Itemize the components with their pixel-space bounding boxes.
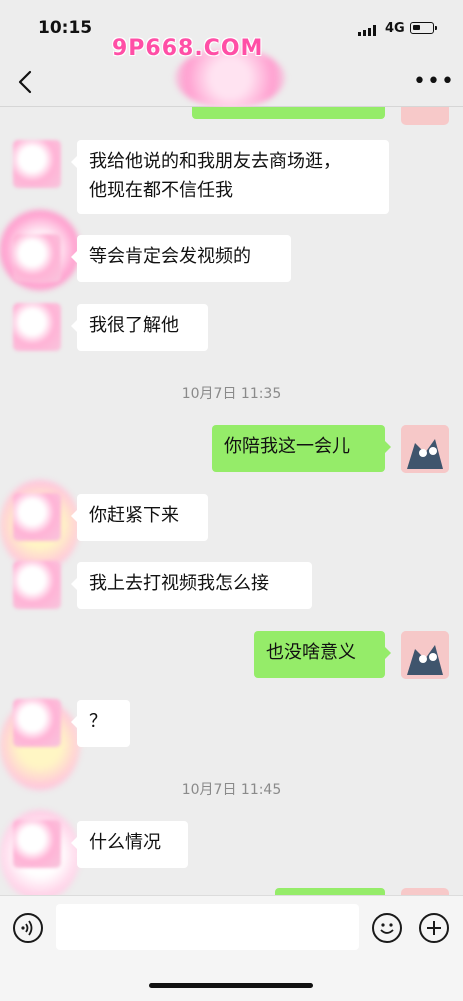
- message-bubble[interactable]: 也没啥意义: [254, 631, 391, 678]
- message-bubble[interactable]: ？: [71, 700, 130, 747]
- self-avatar[interactable]: [401, 888, 449, 895]
- signal-icon: [358, 24, 376, 36]
- plus-icon[interactable]: [419, 913, 449, 943]
- contact-avatar[interactable]: [13, 234, 61, 282]
- message-bubble[interactable]: 我给他说的和我朋友去商场逛， 他现在都不信任我: [71, 140, 389, 214]
- contact-avatar[interactable]: [13, 140, 61, 188]
- emoji-icon[interactable]: [372, 913, 402, 943]
- network-type: 4G: [385, 21, 405, 36]
- watermark-brand: 9P668.COM: [112, 36, 264, 61]
- contact-avatar[interactable]: [13, 820, 61, 868]
- home-indicator: [149, 983, 313, 988]
- message-input[interactable]: [56, 904, 359, 950]
- contact-avatar[interactable]: [13, 493, 61, 541]
- message-bubble[interactable]: 什么情况: [71, 821, 188, 868]
- chevron-left-icon[interactable]: [10, 66, 42, 98]
- contact-avatar[interactable]: [13, 303, 61, 351]
- partial-bubble: [192, 107, 385, 119]
- more-icon[interactable]: •••: [413, 68, 454, 96]
- timestamp: 10月7日 11:45: [181, 782, 282, 798]
- status-time: 10:15: [38, 18, 93, 38]
- self-avatar[interactable]: [401, 631, 449, 679]
- self-avatar[interactable]: [401, 107, 449, 125]
- contact-avatar[interactable]: [13, 561, 61, 609]
- message-bubble[interactable]: 你赶紧下来: [71, 494, 208, 541]
- message-bubble[interactable]: 等会肯定会发视频的: [71, 235, 291, 282]
- voice-icon[interactable]: [13, 913, 43, 943]
- chat-area: 我给他说的和我朋友去商场逛， 他现在都不信任我 等会肯定会发视频的 我很了解他 …: [0, 107, 463, 895]
- contact-avatar[interactable]: [13, 699, 61, 747]
- timestamp: 10月7日 11:35: [181, 386, 282, 402]
- message-bubble[interactable]: 我上去打视频我怎么接: [71, 562, 312, 609]
- message-bubble[interactable]: 你陪我这一会儿: [212, 425, 391, 472]
- self-avatar[interactable]: [401, 425, 449, 473]
- partial-bubble: [275, 888, 385, 895]
- message-bubble[interactable]: 我很了解他: [71, 304, 208, 351]
- battery-icon: [410, 22, 437, 34]
